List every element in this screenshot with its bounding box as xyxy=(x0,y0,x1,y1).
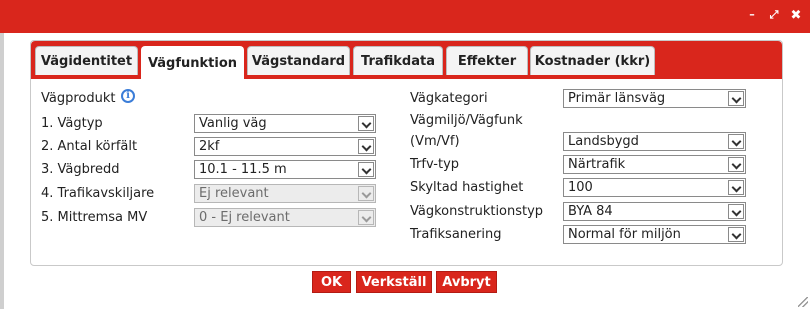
tab-vagfunktion[interactable]: Vägfunktion xyxy=(141,46,244,79)
trafikavskiljare-label: 4. Trafikavskiljare xyxy=(41,186,155,201)
chevron-down-icon[interactable] xyxy=(728,227,744,242)
chevron-down-icon[interactable] xyxy=(728,91,744,106)
vagtyp-value: Vanlig väg xyxy=(199,116,267,131)
mittremsa-label: 5. Mittremsa MV xyxy=(41,210,148,225)
trfv-typ-value: Närtrafik xyxy=(568,157,626,172)
tab-effekter[interactable]: Effekter xyxy=(446,46,528,75)
vagprodukt-heading: Vägprodukt xyxy=(41,91,116,106)
trfv-typ-select[interactable]: Närtrafik xyxy=(563,155,746,174)
cancel-button[interactable]: Avbryt xyxy=(436,271,497,293)
tab-vagstandard[interactable]: Vägstandard xyxy=(247,46,350,75)
skyltad-hastighet-value: 100 xyxy=(568,180,593,195)
vagmiljo-select[interactable]: Landsbygd xyxy=(563,132,746,151)
trafiksanering-select[interactable]: Normal för miljön xyxy=(563,225,746,244)
vagkategori-select[interactable]: Primär länsväg xyxy=(563,89,746,108)
minimize-icon[interactable]: – xyxy=(746,8,758,23)
vagkategori-value: Primär länsväg xyxy=(568,91,666,106)
vagtyp-label: 1. Vägtyp xyxy=(41,116,103,131)
trafiksanering-value: Normal för miljön xyxy=(568,227,681,242)
mittremsa-select: 0 - Ej relevant xyxy=(194,208,376,227)
chevron-down-icon[interactable] xyxy=(728,157,744,172)
title-bar: – ⤢ ✖ xyxy=(0,0,810,33)
resize-grip[interactable] xyxy=(798,297,808,307)
vagkonstruktionstyp-select[interactable]: BYA 84 xyxy=(563,202,746,221)
antal-korfalt-select[interactable]: 2kf xyxy=(194,137,376,156)
trafiksanering-label: Trafiksanering xyxy=(410,227,502,242)
vagbredd-value: 10.1 - 11.5 m xyxy=(199,162,287,177)
chevron-down-icon[interactable] xyxy=(358,162,374,177)
maximize-icon[interactable]: ⤢ xyxy=(768,8,780,23)
chevron-down-icon[interactable] xyxy=(358,116,374,131)
vagmiljo-value: Landsbygd xyxy=(568,134,639,149)
vagkonstruktionstyp-label: Vägkonstruktionstyp xyxy=(410,204,544,219)
tab-trafikdata[interactable]: Trafikdata xyxy=(353,46,443,75)
tab-bar: Vägidentitet Vägfunktion Vägstandard Tra… xyxy=(31,41,782,79)
chevron-down-icon[interactable] xyxy=(728,204,744,219)
chevron-down-icon xyxy=(358,186,374,201)
trafikavskiljare-select: Ej relevant xyxy=(194,184,376,203)
vagmiljo-label-line2: (Vm/Vf) xyxy=(410,134,460,149)
ok-button[interactable]: OK xyxy=(312,271,351,293)
tab-vagidentitet[interactable]: Vägidentitet xyxy=(35,46,138,75)
chevron-down-icon[interactable] xyxy=(358,139,374,154)
antal-korfalt-value: 2kf xyxy=(199,139,220,154)
close-icon[interactable]: ✖ xyxy=(790,8,802,23)
window-controls: – ⤢ ✖ xyxy=(746,8,802,23)
mittremsa-value: 0 - Ej relevant xyxy=(199,210,290,225)
vagmiljo-label-line1: Vägmiljö/Vägfunk xyxy=(410,113,523,128)
antal-korfalt-label: 2. Antal körfält xyxy=(41,139,138,154)
left-edge xyxy=(0,33,4,309)
vagkonstruktionstyp-value: BYA 84 xyxy=(568,204,613,219)
chevron-down-icon[interactable] xyxy=(728,180,744,195)
info-icon[interactable]: i xyxy=(121,89,135,103)
chevron-down-icon[interactable] xyxy=(728,134,744,149)
skyltad-hastighet-label: Skyltad hastighet xyxy=(410,180,524,195)
vagbredd-label: 3. Vägbredd xyxy=(41,162,120,177)
tab-kostnader[interactable]: Kostnader (kkr) xyxy=(530,46,655,75)
vagtyp-select[interactable]: Vanlig väg xyxy=(194,114,376,133)
trfv-typ-label: Trfv-typ xyxy=(410,157,460,172)
vagkategori-label: Vägkategori xyxy=(410,91,488,106)
trafikavskiljare-value: Ej relevant xyxy=(199,186,269,201)
vagbredd-select[interactable]: 10.1 - 11.5 m xyxy=(194,160,376,179)
apply-button[interactable]: Verkställ xyxy=(356,271,432,293)
chevron-down-icon xyxy=(358,210,374,225)
skyltad-hastighet-select[interactable]: 100 xyxy=(563,178,746,197)
